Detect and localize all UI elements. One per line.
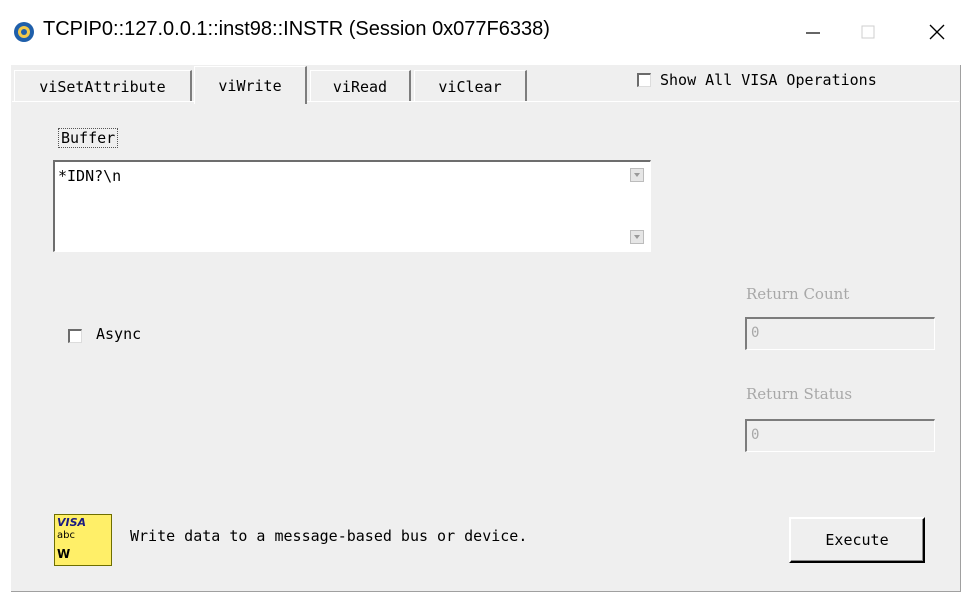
tab-viread[interactable]: viRead [310, 70, 411, 102]
visa-icon-text: VISA [57, 516, 87, 529]
tab-viclear[interactable]: viClear [414, 70, 527, 102]
buffer-textarea[interactable]: *IDN?\n [53, 160, 651, 252]
return-status-label: Return Status [746, 385, 853, 403]
maximize-icon [861, 25, 875, 39]
execute-button[interactable]: Execute [789, 517, 925, 563]
scroll-down-button[interactable] [630, 230, 644, 244]
visa-session-window: TCPIP0::127.0.0.1::inst98::INSTR (Sessio… [0, 0, 970, 599]
window-title: TCPIP0::127.0.0.1::inst98::INSTR (Sessio… [43, 18, 550, 40]
close-button[interactable] [914, 10, 960, 54]
async-checkbox[interactable] [68, 329, 82, 343]
visa-icon-abc: abc [57, 530, 75, 541]
show-all-label: Show All VISA Operations [660, 71, 877, 89]
tab-divider [12, 101, 959, 102]
return-count-value: 0 [751, 325, 760, 341]
return-count-field: 0 [745, 317, 935, 350]
visa-icon-w: W [57, 547, 71, 561]
execute-label: Execute [825, 531, 889, 549]
maximize-button[interactable] [845, 10, 891, 54]
async-label: Async [96, 325, 142, 343]
app-icon [14, 22, 34, 42]
tab-visetattribute[interactable]: viSetAttribute [14, 70, 192, 102]
operation-description: Write data to a message-based bus or dev… [130, 527, 528, 545]
show-all-checkbox[interactable] [637, 73, 651, 87]
title-bar[interactable]: TCPIP0::127.0.0.1::inst98::INSTR (Sessio… [0, 0, 970, 64]
return-status-value: 0 [751, 427, 760, 443]
buffer-label: Buffer [58, 128, 119, 148]
minimize-button[interactable] [790, 10, 836, 54]
tab-viwrite[interactable]: viWrite [194, 66, 307, 104]
return-count-label: Return Count [746, 285, 850, 303]
minimize-icon [806, 32, 820, 34]
return-status-field: 0 [745, 419, 935, 452]
visa-write-icon: VISA abc W [54, 514, 112, 566]
scroll-up-button[interactable] [630, 168, 644, 182]
buffer-value: *IDN?\n [58, 167, 122, 185]
close-icon [929, 24, 945, 40]
